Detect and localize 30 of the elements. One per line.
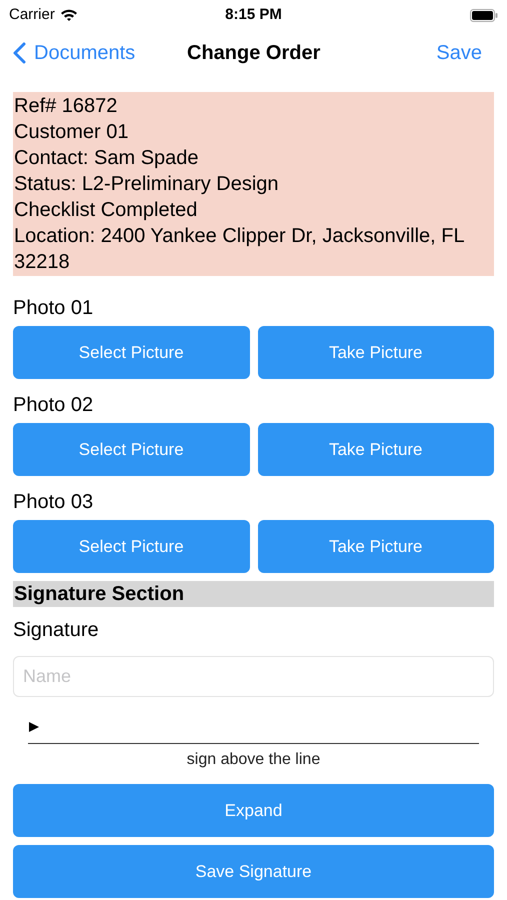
picture-button[interactable]: Take Picture: [258, 520, 494, 573]
action-button[interactable]: Save Signature: [13, 845, 494, 898]
carrier-name: Carrier: [9, 4, 55, 25]
info-line: Location: 2400 Yankee Clipper Dr, Jacksonville, FL 32218: [14, 224, 465, 275]
back-button[interactable]: Documents: [13, 38, 136, 68]
info-line: Contact: Sam Spade: [14, 146, 200, 171]
save-button[interactable]: Save: [436, 38, 494, 68]
section-header: Signature Section: [13, 581, 494, 607]
sign-caption: sign above the line: [186, 750, 322, 770]
action-button[interactable]: Expand: [13, 784, 494, 837]
info-line: Customer 01: [14, 120, 130, 145]
picture-button[interactable]: Take Picture: [258, 326, 494, 379]
status-time: 8:15 PM: [225, 4, 282, 25]
picture-button[interactable]: Select Picture: [13, 326, 250, 379]
nav-title: Change Order: [187, 40, 320, 66]
signature-label: Signature: [13, 618, 100, 643]
photo-label: Photo 03: [13, 490, 94, 515]
photo-label: Photo 02: [13, 393, 94, 418]
name-field[interactable]: Name: [13, 656, 494, 697]
wifi-icon: [60, 8, 78, 22]
chevron-left-icon: [13, 42, 26, 64]
info-line: Status: L2-Preliminary Design: [14, 172, 280, 197]
picture-button[interactable]: Select Picture: [13, 423, 250, 476]
play-triangle-icon: [28, 721, 40, 733]
info-line: Checklist Completed: [14, 198, 198, 223]
picture-button[interactable]: Select Picture: [13, 520, 250, 573]
battery-icon: [470, 8, 498, 22]
picture-button[interactable]: Take Picture: [258, 423, 494, 476]
photo-label: Photo 01: [13, 296, 94, 321]
info-line: Ref# 16872: [14, 94, 118, 119]
